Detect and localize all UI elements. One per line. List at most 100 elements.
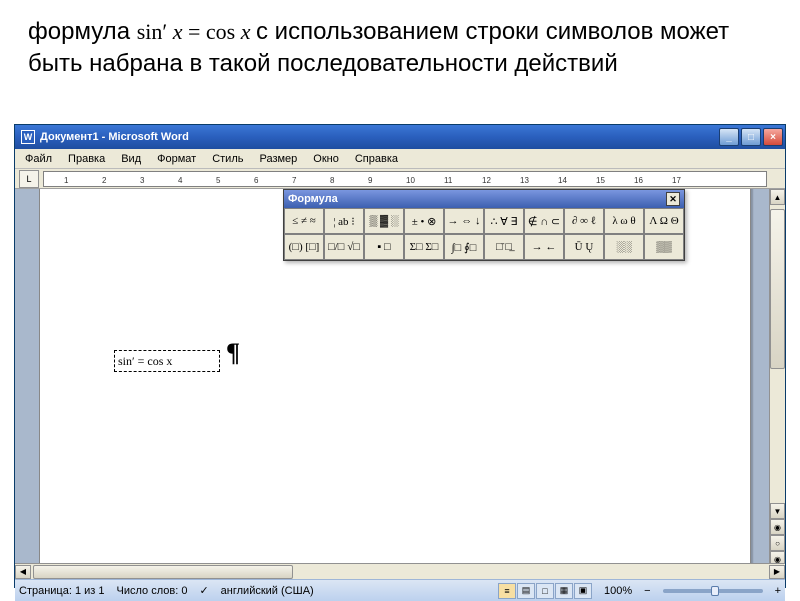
scroll-down-button[interactable]: ▼ bbox=[770, 503, 785, 519]
vertical-scrollbar[interactable]: ▲ ▼ ◉ ○ ◉ bbox=[769, 189, 785, 563]
template-sum[interactable]: Σ□ Σ□ bbox=[404, 234, 444, 260]
formula-sin: sin bbox=[137, 19, 163, 44]
zoom-level[interactable]: 100% bbox=[604, 585, 632, 597]
view-full-screen[interactable]: ▤ bbox=[517, 583, 535, 599]
symbols-set[interactable]: ∉ ∩ ⊂ bbox=[524, 208, 564, 234]
heading-text: формула sin′ x = cos x с использованием … bbox=[0, 0, 800, 89]
view-buttons: ≡ ▤ □ ▦ ▣ bbox=[498, 583, 592, 599]
hscroll-thumb[interactable] bbox=[33, 565, 293, 579]
menu-format[interactable]: Формат bbox=[151, 151, 202, 167]
horizontal-ruler[interactable]: 1 2 3 4 5 6 7 8 9 10 11 12 13 14 15 16 1… bbox=[43, 171, 767, 187]
status-proofing[interactable]: ✓ bbox=[199, 584, 208, 597]
ruler-tick: 13 bbox=[520, 176, 529, 185]
heading-rest: с использованием строки символов может б… bbox=[28, 18, 729, 77]
symbols-spaces[interactable]: ¦ ab ⁝ bbox=[324, 208, 364, 234]
scroll-left-button[interactable]: ◀ bbox=[15, 565, 31, 579]
menu-window[interactable]: Окно bbox=[307, 151, 345, 167]
menu-size[interactable]: Размер bbox=[253, 151, 303, 167]
template-products[interactable]: Ū Ų bbox=[564, 234, 604, 260]
symbols-misc[interactable]: ∂ ∞ ℓ bbox=[564, 208, 604, 234]
menubar: Файл Правка Вид Формат Стиль Размер Окно… bbox=[15, 149, 785, 169]
window-title: Документ1 - Microsoft Word bbox=[40, 131, 717, 143]
formula-eq: = bbox=[182, 19, 205, 44]
ruler-tick: 12 bbox=[482, 176, 491, 185]
tab-selector-button[interactable]: L bbox=[19, 170, 39, 188]
equation-toolbar-close-button[interactable]: ✕ bbox=[666, 192, 680, 206]
statusbar: Страница: 1 из 1 Число слов: 0 ✓ английс… bbox=[15, 579, 785, 601]
titlebar[interactable]: W Документ1 - Microsoft Word _ □ × bbox=[15, 125, 785, 149]
template-matrix-1[interactable]: ░░ bbox=[604, 234, 644, 260]
app-icon: W bbox=[21, 130, 35, 144]
document-workspace: sin′ = cos x ¶ Формула ✕ ≤ ≠ ≈ ¦ ab ⁝ ▒ … bbox=[15, 189, 785, 563]
maximize-button[interactable]: □ bbox=[741, 128, 761, 146]
app-icon-letter: W bbox=[24, 132, 33, 142]
scroll-right-button[interactable]: ▶ bbox=[769, 565, 785, 579]
view-draft[interactable]: ▣ bbox=[574, 583, 592, 599]
ruler-tick: 11 bbox=[444, 176, 452, 185]
formula-cos: cos bbox=[206, 19, 235, 44]
template-fences[interactable]: (□) [□] bbox=[284, 234, 324, 260]
scroll-up-button[interactable]: ▲ bbox=[770, 189, 785, 205]
close-button[interactable]: × bbox=[763, 128, 783, 146]
symbols-logic[interactable]: ∴ ∀ ∃ bbox=[484, 208, 524, 234]
equation-toolbar-title: Формула bbox=[288, 193, 338, 205]
equation-object[interactable]: sin′ = cos x bbox=[114, 350, 220, 372]
zoom-in-button[interactable]: + bbox=[775, 585, 781, 597]
ruler-tick: 15 bbox=[596, 176, 605, 185]
prev-page-button[interactable]: ◉ bbox=[770, 519, 785, 535]
scroll-track[interactable] bbox=[770, 209, 785, 503]
menu-help[interactable]: Справка bbox=[349, 151, 404, 167]
equation-toolbar-titlebar[interactable]: Формула ✕ bbox=[284, 190, 684, 208]
next-page-button[interactable]: ◉ bbox=[770, 551, 785, 563]
symbols-embellish[interactable]: ▒ ▓ ░ bbox=[364, 208, 404, 234]
ruler-tick: 14 bbox=[558, 176, 567, 185]
ruler-tick: 2 bbox=[102, 176, 106, 185]
zoom-slider[interactable] bbox=[663, 589, 763, 593]
proofing-icon: ✓ bbox=[199, 584, 208, 597]
ruler-tick: 16 bbox=[634, 176, 643, 185]
ruler-tick: 3 bbox=[140, 176, 144, 185]
close-icon: ✕ bbox=[669, 194, 677, 205]
menu-view[interactable]: Вид bbox=[115, 151, 147, 167]
ruler-tick: 7 bbox=[292, 176, 296, 185]
symbols-relational[interactable]: ≤ ≠ ≈ bbox=[284, 208, 324, 234]
template-subscript[interactable]: ▪ □ bbox=[364, 234, 404, 260]
menu-file[interactable]: Файл bbox=[19, 151, 58, 167]
browse-object-button[interactable]: ○ bbox=[770, 535, 785, 551]
template-overbar[interactable]: □̄ □̲ bbox=[484, 234, 524, 260]
scroll-thumb[interactable] bbox=[770, 209, 785, 369]
template-labeled-arrow[interactable]: → ← bbox=[524, 234, 564, 260]
heading-word-1: формула bbox=[28, 18, 130, 45]
equation-toolbar[interactable]: Формула ✕ ≤ ≠ ≈ ¦ ab ⁝ ▒ ▓ ░ ± • ⊗ → ⇔ ↓… bbox=[283, 189, 685, 261]
menu-style[interactable]: Стиль bbox=[206, 151, 249, 167]
menu-edit[interactable]: Правка bbox=[62, 151, 111, 167]
status-wordcount[interactable]: Число слов: 0 bbox=[117, 585, 188, 597]
equation-content: sin′ = cos x bbox=[118, 354, 172, 369]
status-language[interactable]: английский (США) bbox=[221, 585, 314, 597]
ruler-tick: 9 bbox=[368, 176, 372, 185]
template-integral[interactable]: ∫□ ∮□ bbox=[444, 234, 484, 260]
hscroll-track[interactable] bbox=[31, 565, 769, 579]
symbols-operators[interactable]: ± • ⊗ bbox=[404, 208, 444, 234]
ruler-tick: 6 bbox=[254, 176, 258, 185]
view-outline[interactable]: ▦ bbox=[555, 583, 573, 599]
tab-selector-label: L bbox=[26, 174, 31, 184]
inline-formula: sin′ x = cos x bbox=[137, 19, 256, 44]
symbols-arrows[interactable]: → ⇔ ↓ bbox=[444, 208, 484, 234]
view-web-layout[interactable]: □ bbox=[536, 583, 554, 599]
ruler-area: L 1 2 3 4 5 6 7 8 9 10 11 12 13 14 15 16… bbox=[15, 169, 785, 189]
ruler-tick: 1 bbox=[64, 176, 68, 185]
symbols-greek-upper[interactable]: Λ Ω Θ bbox=[644, 208, 684, 234]
zoom-slider-thumb[interactable] bbox=[711, 586, 719, 596]
minimize-button[interactable]: _ bbox=[719, 128, 739, 146]
zoom-out-button[interactable]: − bbox=[644, 585, 650, 597]
view-print-layout[interactable]: ≡ bbox=[498, 583, 516, 599]
status-page[interactable]: Страница: 1 из 1 bbox=[19, 585, 105, 597]
paragraph-mark-icon: ¶ bbox=[226, 338, 240, 368]
equation-toolbar-row-1: ≤ ≠ ≈ ¦ ab ⁝ ▒ ▓ ░ ± • ⊗ → ⇔ ↓ ∴ ∀ ∃ ∉ ∩… bbox=[284, 208, 684, 234]
equation-toolbar-row-2: (□) [□] □/□ √□ ▪ □ Σ□ Σ□ ∫□ ∮□ □̄ □̲ → ←… bbox=[284, 234, 684, 260]
horizontal-scrollbar[interactable]: ◀ ▶ bbox=[15, 563, 785, 579]
template-matrix-2[interactable]: ▒▒ bbox=[644, 234, 684, 260]
symbols-greek-lower[interactable]: λ ω θ bbox=[604, 208, 644, 234]
template-fraction[interactable]: □/□ √□ bbox=[324, 234, 364, 260]
